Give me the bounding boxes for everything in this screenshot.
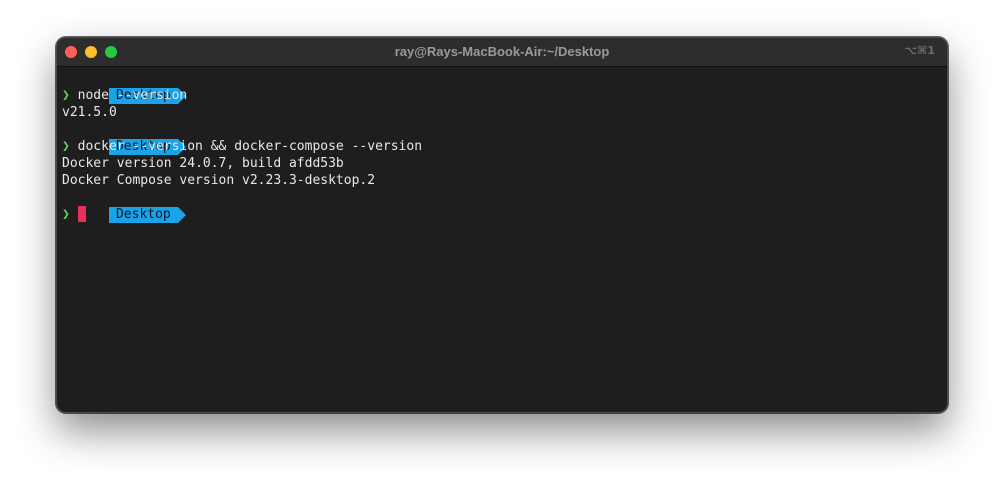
command-text: docker --version && docker-compose --ver… xyxy=(77,139,423,154)
command-text: node --version xyxy=(77,88,188,103)
prompt-line: Desktop xyxy=(62,121,942,155)
terminal-output[interactable]: Desktop ❯ node --version v21.5.0 Desktop… xyxy=(62,70,942,412)
prompt-chevron-icon: ❯ xyxy=(62,88,70,103)
text-cursor xyxy=(77,206,86,222)
window-title: ray@Rays-MacBook-Air:~/Desktop xyxy=(394,44,610,59)
prompt-chevron-icon: ❯ xyxy=(62,207,70,222)
prompt-line: Desktop xyxy=(62,189,942,223)
output-line: Docker version 24.0.7, build afdd53b xyxy=(62,156,344,171)
command-line: ❯ docker --version && docker-compose --v… xyxy=(62,138,942,155)
output-line: v21.5.0 xyxy=(62,105,117,120)
active-command-line[interactable]: ❯ xyxy=(62,206,942,223)
prompt-chevron-icon: ❯ xyxy=(62,139,70,154)
command-line: ❯ node --version xyxy=(62,87,942,104)
output-line: Docker Compose version v2.23.3-desktop.2 xyxy=(62,173,376,188)
window-shortcut: ⌥⌘1 xyxy=(904,44,935,57)
terminal-window: ray@Rays-MacBook-Air:~/Desktop ⌥⌘1 Deskt… xyxy=(56,37,948,413)
title-bar[interactable]: ray@Rays-MacBook-Air:~/Desktop ⌥⌘1 xyxy=(57,38,947,67)
prompt-line: Desktop xyxy=(62,70,942,104)
